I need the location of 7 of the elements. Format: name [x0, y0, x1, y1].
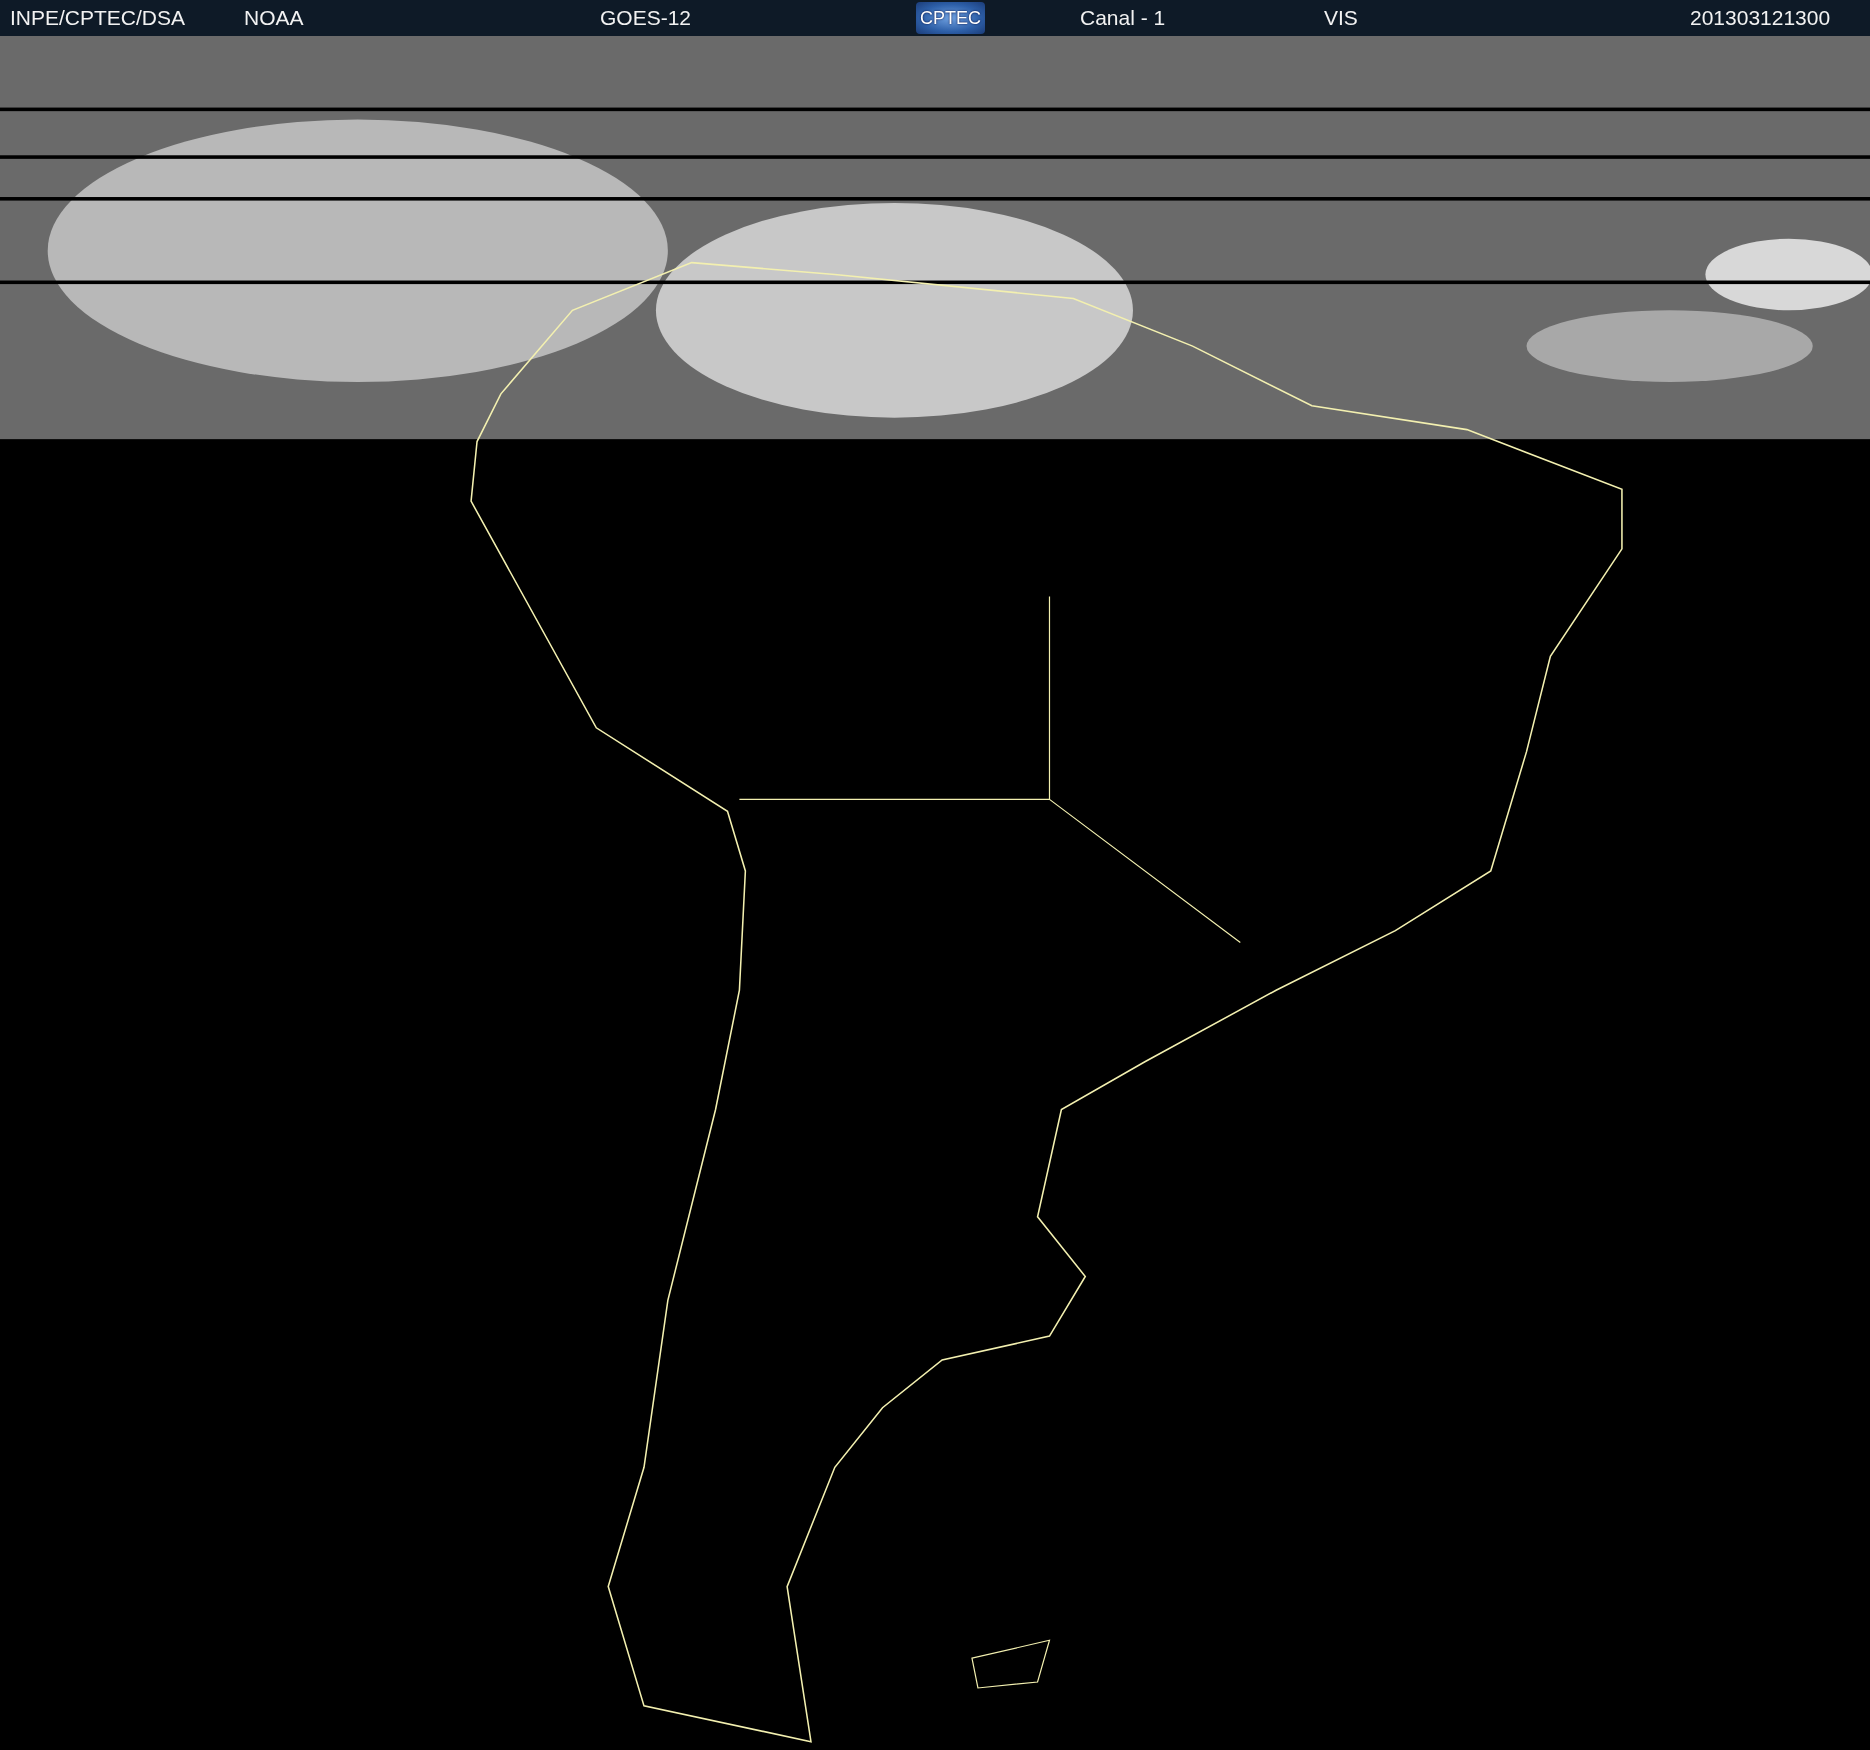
logo: CPTEC — [916, 2, 985, 34]
header-label: 201303121300 — [1690, 6, 1831, 30]
header-label: GOES-12 — [600, 6, 692, 30]
header-label: Canal - 1 — [1080, 6, 1166, 30]
header-label: NOAA — [244, 6, 304, 30]
header-label: VIS — [1324, 6, 1358, 30]
header-label: INPE/CPTEC/DSA — [10, 6, 186, 30]
